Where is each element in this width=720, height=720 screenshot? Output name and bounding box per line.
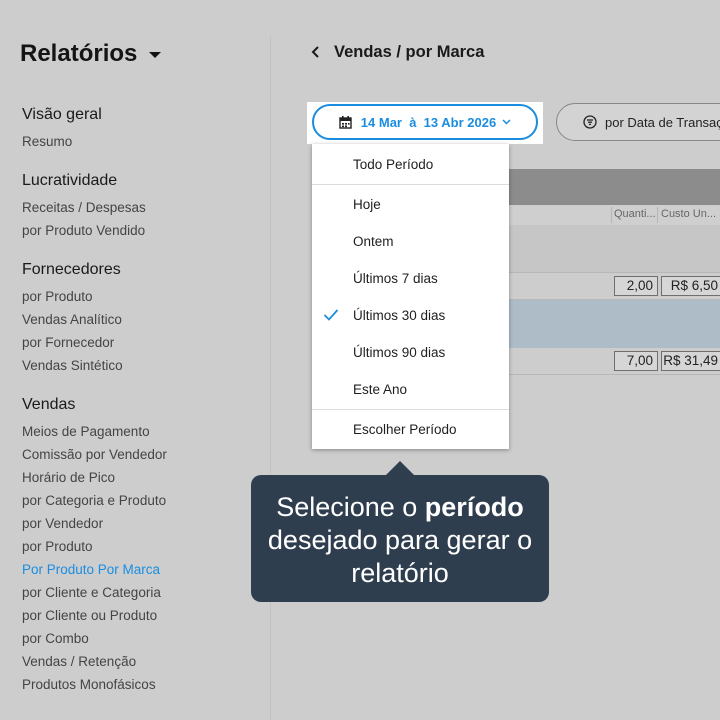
column-header-quantity[interactable]: Quanti... — [614, 208, 656, 220]
table-row-highlight — [509, 300, 720, 348]
group-heading: Visão geral — [22, 106, 102, 123]
period-option-7-dias[interactable]: Últimos 7 dias — [312, 260, 509, 297]
unit-cost-cell: R$ 31,49 — [661, 351, 720, 371]
group-overview: Visão geral Resumo — [22, 104, 102, 153]
period-option-hoje[interactable]: Hoje — [312, 186, 509, 223]
period-option-90-dias[interactable]: Últimos 90 dias — [312, 334, 509, 371]
tooltip-arrow — [385, 461, 415, 476]
quantity-cell: 2,00 — [614, 276, 658, 296]
table-row: 7,00 R$ 31,49 — [509, 348, 720, 375]
column-header-unit-cost[interactable]: Custo Un... — [661, 208, 716, 220]
checkmark-icon — [323, 309, 339, 321]
sidebar-item-cliente-produto[interactable]: por Cliente ou Produto — [22, 604, 167, 627]
table-row: 2,00 R$ 6,50 — [509, 273, 720, 300]
sidebar-item-meios-pagamento[interactable]: Meios de Pagamento — [22, 420, 167, 443]
table-column-headers: Quanti... Custo Un... — [509, 205, 720, 226]
dropdown-divider — [312, 184, 509, 185]
sidebar-item-por-vendedor[interactable]: por Vendedor — [22, 512, 167, 535]
option-label: Todo Período — [353, 157, 434, 172]
tooltip-text: Selecione o período desejado para gerar … — [251, 491, 549, 590]
sidebar-item-produtos-monofasicos[interactable]: Produtos Monofásicos — [22, 673, 167, 696]
caret-down-icon — [149, 52, 162, 58]
sidebar-item-por-produto[interactable]: por Produto — [22, 285, 123, 308]
filter-icon — [583, 115, 597, 129]
group-heading: Vendas — [22, 396, 76, 413]
sidebar-item-comissao-vendedor[interactable]: Comissão por Vendedor — [22, 443, 167, 466]
date-range-button[interactable]: 14 Mar à 13 Abr 2026 — [312, 104, 538, 140]
sidebar-item-categoria-produto[interactable]: por Categoria e Produto — [22, 489, 167, 512]
sidebar-item-produto-por-marca[interactable]: Por Produto Por Marca — [22, 558, 167, 581]
calendar-icon — [339, 115, 352, 129]
unit-cost-cell: R$ 6,50 — [661, 276, 720, 296]
sidebar-item-por-fornecedor[interactable]: por Fornecedor — [22, 331, 123, 354]
sidebar-item-cliente-categoria[interactable]: por Cliente e Categoria — [22, 581, 167, 604]
period-option-ontem[interactable]: Ontem — [312, 223, 509, 260]
sidebar-divider — [270, 36, 271, 720]
option-label: Escolher Período — [353, 422, 457, 437]
group-profitability: Lucratividade Receitas / Despesas por Pr… — [22, 170, 146, 242]
sidebar-item-receitas-despesas[interactable]: Receitas / Despesas — [22, 196, 146, 219]
period-option-todo[interactable]: Todo Período — [312, 146, 509, 183]
reports-menu-toggle[interactable]: Relatórios — [20, 40, 162, 68]
tooltip-text-bold: período — [424, 492, 524, 522]
table-header-bar — [509, 169, 720, 205]
quantity-cell: 7,00 — [614, 351, 658, 371]
table-group-row — [509, 225, 720, 273]
column-divider — [657, 207, 658, 223]
sidebar-item-horario-pico[interactable]: Horário de Pico — [22, 466, 167, 489]
dropdown-divider — [312, 409, 509, 410]
sidebar-item-por-produto-vendas[interactable]: por Produto — [22, 535, 167, 558]
sidebar-item-vendas-retencao[interactable]: Vendas / Retenção — [22, 650, 167, 673]
tooltip-text-start: Selecione o — [276, 492, 425, 522]
column-divider — [611, 207, 612, 223]
option-label: Últimos 30 dias — [353, 308, 446, 323]
option-label: Hoje — [353, 197, 381, 212]
date-range-label: 14 Mar à 13 Abr 2026 — [360, 114, 497, 130]
period-dropdown: Todo Período Hoje Ontem Últimos 7 dias Ú… — [312, 144, 509, 449]
sidebar-item-vendas-analitico[interactable]: Vendas Analítico — [22, 308, 123, 331]
date-type-filter-button[interactable]: por Data de Transação — [556, 103, 720, 141]
option-label: Este Ano — [353, 382, 408, 397]
period-option-este-ano[interactable]: Este Ano — [312, 371, 509, 408]
sidebar-item-vendas-sintetico[interactable]: Vendas Sintético — [22, 354, 123, 377]
filter-label: por Data de Transação — [605, 114, 720, 130]
page-title: Vendas / por Marca — [334, 43, 485, 61]
hint-tooltip: Selecione o período desejado para gerar … — [251, 475, 549, 602]
group-heading: Lucratividade — [22, 172, 118, 189]
sidebar: Relatórios Visão geral Resumo Lucrativid… — [0, 0, 270, 720]
group-heading: Fornecedores — [22, 261, 121, 278]
group-suppliers: Fornecedores por Produto Vendas Analític… — [22, 259, 123, 377]
chevron-down-icon — [502, 119, 511, 125]
option-label: Ontem — [353, 234, 394, 249]
period-option-30-dias[interactable]: Últimos 30 dias — [312, 297, 509, 334]
sidebar-item-produto-vendido[interactable]: por Produto Vendido — [22, 219, 146, 242]
back-button[interactable] — [311, 44, 325, 60]
sidebar-item-por-combo[interactable]: por Combo — [22, 627, 167, 650]
sidebar-title: Relatórios — [20, 40, 138, 67]
group-sales: Vendas Meios de Pagamento Comissão por V… — [22, 394, 167, 696]
option-label: Últimos 90 dias — [353, 345, 446, 360]
sidebar-item-resumo[interactable]: Resumo — [22, 130, 102, 153]
period-option-escolher[interactable]: Escolher Período — [312, 411, 509, 448]
option-label: Últimos 7 dias — [353, 271, 438, 286]
chevron-left-icon — [311, 46, 319, 58]
